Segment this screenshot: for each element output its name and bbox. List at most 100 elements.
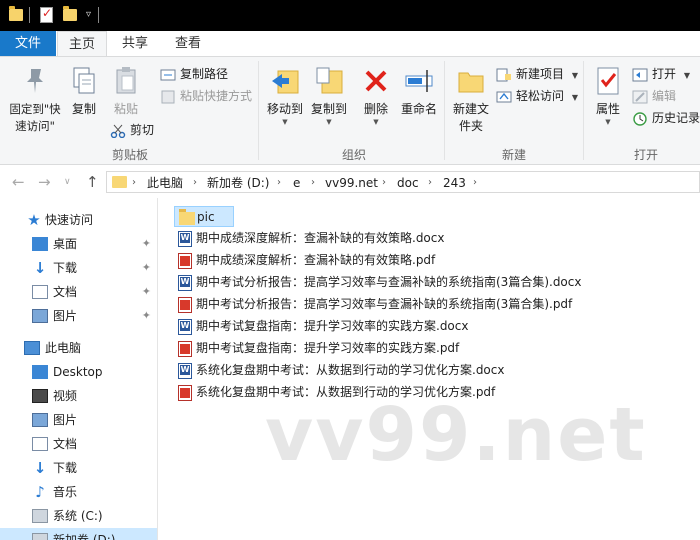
open-button[interactable]: 打开 ▼ bbox=[632, 64, 690, 84]
back-arrow-icon[interactable]: ← bbox=[12, 173, 25, 191]
nav-quick-downloads[interactable]: ↓ 下载 ✦ bbox=[0, 256, 157, 280]
nav-pc-music[interactable]: ♪ 音乐 bbox=[0, 480, 157, 504]
breadcrumb-e[interactable]: e bbox=[293, 174, 300, 192]
nav-pc-desktop[interactable]: Desktop bbox=[0, 360, 157, 384]
nav-pc-downloads[interactable]: ↓ 下载 bbox=[0, 456, 157, 480]
breadcrumb-243[interactable]: 243 bbox=[443, 174, 466, 192]
drive-icon bbox=[32, 509, 48, 523]
delete-button[interactable]: 删除 ▼ bbox=[358, 61, 394, 126]
paste-shortcut-icon bbox=[160, 90, 176, 104]
breadcrumb-doc[interactable]: doc bbox=[397, 174, 419, 192]
new-folder-icon bbox=[455, 65, 487, 97]
pin-label: 固定到"快速访问" bbox=[9, 102, 61, 133]
nav-quick-desktop[interactable]: 桌面 ✦ bbox=[0, 232, 157, 256]
file-name: 期中考试复盘指南：提升学习效率的实践方案.docx bbox=[196, 319, 469, 333]
toolbar-separator bbox=[29, 7, 30, 23]
nav-item-label: 文档 bbox=[53, 437, 78, 451]
nav-quick-access[interactable]: ★ 快速访问 bbox=[0, 208, 157, 232]
pin-icon[interactable]: ✦ bbox=[142, 304, 151, 328]
file-name: 期中考试复盘指南：提升学习效率的实践方案.pdf bbox=[196, 341, 460, 355]
nav-pc-videos[interactable]: 视频 bbox=[0, 384, 157, 408]
folder-icon bbox=[112, 176, 127, 188]
new-folder-icon[interactable] bbox=[63, 6, 77, 21]
nav-pc-drive-d[interactable]: 新加卷 (D:) bbox=[0, 528, 157, 540]
address-row: ← → ∨ ↑ › 此电脑 › 新加卷 (D:) › e › vv99.net … bbox=[0, 166, 700, 198]
chevron-down-icon: ▼ bbox=[282, 118, 288, 126]
nav-quick-documents[interactable]: 文档 ✦ bbox=[0, 280, 157, 304]
nav-item-label: Desktop bbox=[53, 365, 103, 379]
paste-button[interactable]: 粘贴 bbox=[108, 61, 144, 118]
paste-shortcut-label: 粘贴快捷方式 bbox=[180, 89, 253, 103]
tab-file[interactable]: 文件 bbox=[0, 31, 56, 56]
pin-icon[interactable]: ✦ bbox=[142, 256, 151, 280]
file-name: 期中考试分析报告：提高学习效率与查漏补缺的系统指南(3篇合集).docx bbox=[196, 275, 582, 289]
rename-icon bbox=[403, 65, 435, 97]
file-list: pic 期中成绩深度解析：查漏补缺的有效策略.docx 期中成绩深度解析：查漏补… bbox=[158, 198, 700, 540]
edit-button[interactable]: 编辑 bbox=[632, 86, 676, 106]
paste-label: 粘贴 bbox=[113, 102, 138, 116]
file-name: pic bbox=[197, 210, 215, 224]
chevron-right-icon: › bbox=[311, 177, 315, 188]
history-button[interactable]: 历史记录 bbox=[632, 108, 700, 128]
customize-toolbar-chevron-icon[interactable]: ▿ bbox=[86, 9, 91, 20]
recent-locations-chevron-icon[interactable]: ∨ bbox=[64, 177, 71, 187]
copy-path-button[interactable]: 复制路径 bbox=[160, 64, 228, 84]
nav-item-label: 视频 bbox=[53, 389, 78, 403]
ribbon-tabs: 文件 主页 共享 查看 bbox=[0, 31, 700, 56]
tab-share[interactable]: 共享 bbox=[110, 31, 160, 56]
properties-button[interactable]: 属性 ▼ bbox=[588, 61, 628, 126]
file-name: 期中成绩深度解析：查漏补缺的有效策略.docx bbox=[196, 231, 445, 245]
nav-quick-pictures[interactable]: 图片 ✦ bbox=[0, 304, 157, 328]
chevron-down-icon: ▼ bbox=[571, 71, 578, 80]
copy-to-icon bbox=[313, 65, 345, 97]
navigation-pane: ★ 快速访问 桌面 ✦ ↓ 下载 ✦ 文档 ✦ 图片 ✦ 此电脑 Desktop… bbox=[0, 198, 158, 540]
pin-icon bbox=[19, 65, 51, 97]
properties-label: 属性 bbox=[595, 102, 620, 116]
word-document-icon bbox=[178, 363, 192, 379]
nav-item-label: 桌面 bbox=[53, 237, 78, 251]
pin-icon[interactable]: ✦ bbox=[142, 232, 151, 256]
rename-label: 重命名 bbox=[400, 102, 437, 116]
properties-icon[interactable] bbox=[40, 6, 53, 23]
breadcrumb-drive-d[interactable]: 新加卷 (D:) bbox=[207, 174, 269, 192]
cut-button[interactable]: 剪切 bbox=[110, 120, 154, 140]
copy-to-label: 复制到 bbox=[310, 102, 347, 116]
nav-this-pc-label: 此电脑 bbox=[45, 341, 82, 355]
copy-to-button[interactable]: 复制到 ▼ bbox=[308, 61, 350, 126]
rename-button[interactable]: 重命名 bbox=[398, 61, 440, 118]
file-name: 系统化复盘期中考试：从数据到行动的学习优化方案.docx bbox=[196, 363, 505, 377]
pin-to-quick-access-button[interactable]: 固定到"快速访问" bbox=[4, 61, 66, 135]
nav-this-pc[interactable]: 此电脑 bbox=[0, 336, 157, 360]
up-arrow-icon[interactable]: ↑ bbox=[86, 173, 99, 191]
tab-home[interactable]: 主页 bbox=[57, 31, 107, 56]
forward-arrow-icon[interactable]: → bbox=[38, 173, 51, 191]
nav-pc-drive-c[interactable]: 系统 (C:) bbox=[0, 504, 157, 528]
new-item-button[interactable]: 新建项目 ▼ bbox=[496, 64, 578, 84]
paste-shortcut-button[interactable]: 粘贴快捷方式 bbox=[160, 86, 252, 106]
nav-pc-pictures[interactable]: 图片 bbox=[0, 408, 157, 432]
pin-icon[interactable]: ✦ bbox=[142, 280, 151, 304]
download-icon: ↓ bbox=[33, 459, 47, 477]
pictures-icon bbox=[32, 309, 48, 323]
new-folder-button[interactable]: 新建文件夹 bbox=[450, 61, 492, 135]
breadcrumb-vv99[interactable]: vv99.net bbox=[325, 174, 378, 192]
address-bar[interactable]: › 此电脑 › 新加卷 (D:) › e › vv99.net › doc › … bbox=[106, 171, 700, 193]
pictures-icon bbox=[32, 413, 48, 427]
list-item-folder[interactable]: pic bbox=[174, 206, 234, 227]
open-label: 打开 bbox=[652, 67, 677, 81]
folder-icon[interactable] bbox=[9, 6, 23, 21]
nav-quick-access-label: 快速访问 bbox=[45, 213, 94, 227]
new-item-icon bbox=[496, 68, 512, 82]
copy-button[interactable]: 复制 bbox=[66, 61, 102, 118]
move-to-button[interactable]: 移动到 ▼ bbox=[264, 61, 306, 126]
easy-access-label: 轻松访问 bbox=[516, 89, 565, 103]
tab-view[interactable]: 查看 bbox=[163, 31, 213, 56]
easy-access-button[interactable]: 轻松访问 ▼ bbox=[496, 86, 578, 106]
scissors-icon bbox=[110, 124, 126, 138]
breadcrumb-this-pc[interactable]: 此电脑 bbox=[147, 174, 183, 192]
move-to-icon bbox=[269, 65, 301, 97]
chevron-down-icon: ▼ bbox=[683, 71, 690, 80]
delete-icon bbox=[360, 65, 392, 97]
pdf-document-icon bbox=[178, 385, 192, 401]
nav-pc-documents[interactable]: 文档 bbox=[0, 432, 157, 456]
